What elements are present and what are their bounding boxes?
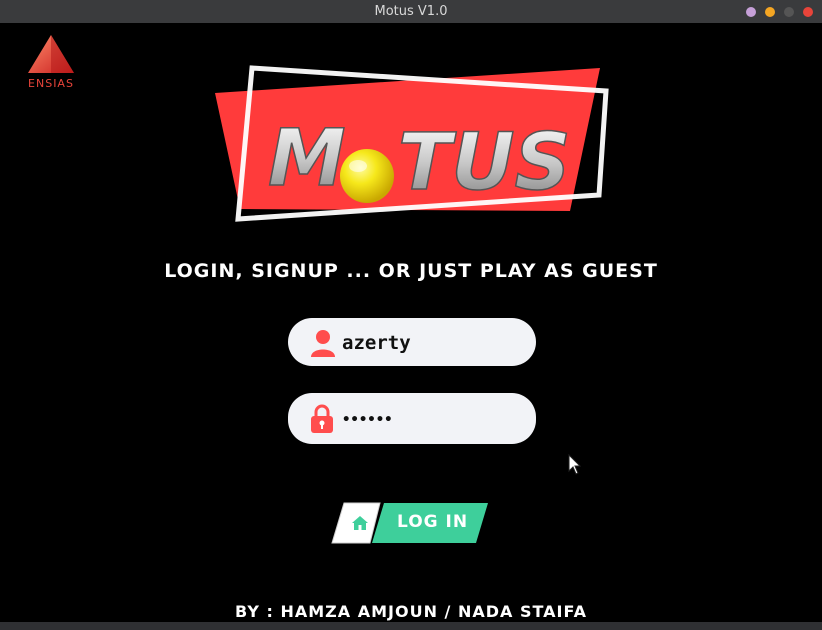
password-input[interactable] xyxy=(340,393,524,446)
title-bar[interactable]: Motus V1.0 xyxy=(0,0,822,24)
window-button-inactive[interactable] xyxy=(784,7,794,17)
app-window: Motus V1.0 ENSIAS M TUS LOGIN, SIGNUP ..… xyxy=(0,0,822,630)
ensias-logo: ENSIAS xyxy=(14,33,88,93)
svg-text:TUS: TUS xyxy=(398,118,571,208)
ensias-logo-text: ENSIAS xyxy=(28,77,74,90)
close-button[interactable] xyxy=(803,7,813,17)
login-button-label: LOG IN xyxy=(397,512,469,532)
yellow-ball-icon xyxy=(340,149,394,203)
login-screen: ENSIAS M TUS LOGIN, SIGNUP ... OR JUST P… xyxy=(0,23,822,630)
window-title: Motus V1.0 xyxy=(374,4,448,19)
username-input[interactable] xyxy=(340,318,524,368)
minimize-button[interactable] xyxy=(746,7,756,17)
credits-text: BY : HAMZA AMJOUN / NADA STAIFA xyxy=(235,602,587,621)
mouse-cursor-icon xyxy=(568,453,582,480)
login-subtitle: LOGIN, SIGNUP ... OR JUST PLAY AS GUEST xyxy=(164,260,658,282)
username-field[interactable] xyxy=(288,318,536,368)
window-bottom-border xyxy=(0,622,822,630)
lock-icon xyxy=(310,404,334,438)
ensias-triangle-icon xyxy=(28,35,74,73)
motus-logo-text: M xyxy=(268,114,346,204)
user-icon xyxy=(310,329,336,361)
password-field[interactable] xyxy=(288,393,536,446)
login-button[interactable]: LOG IN xyxy=(330,502,490,544)
maximize-button[interactable] xyxy=(765,7,775,17)
motus-logo: M TUS xyxy=(200,63,620,223)
